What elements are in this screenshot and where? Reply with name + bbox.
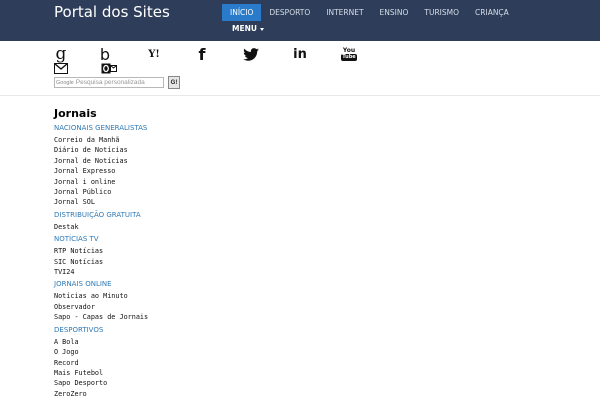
menu-label: MENU bbox=[232, 24, 257, 33]
category-list-noticias-tv: RTP Notícias SIC Notícias TVI24 bbox=[54, 246, 354, 277]
list-item[interactable]: Jornal de Notícias bbox=[54, 156, 354, 166]
google-custom-search: Google bbox=[54, 77, 164, 88]
list-item[interactable]: Jornal Público bbox=[54, 187, 354, 197]
gmail-icon[interactable] bbox=[54, 63, 68, 74]
list-item[interactable]: Destak bbox=[54, 222, 354, 232]
nav-item-inicio[interactable]: INÍCIO bbox=[222, 4, 262, 21]
category-title-desportivos: DESPORTIVOS bbox=[54, 325, 104, 334]
list-item[interactable]: A Bola bbox=[54, 337, 354, 347]
list-item[interactable]: SIC Notícias bbox=[54, 257, 354, 267]
page-title: Jornais bbox=[54, 107, 97, 120]
site-brand[interactable]: Portal dos Sites bbox=[54, 3, 170, 21]
search-button[interactable]: G! bbox=[168, 76, 180, 89]
category-list-gratuita: Destak bbox=[54, 222, 354, 232]
facebook-icon[interactable]: f bbox=[197, 47, 207, 63]
list-item[interactable]: Sapo - Capas de Jornais bbox=[54, 312, 354, 322]
search-input[interactable] bbox=[75, 78, 160, 87]
caret-down-icon bbox=[259, 27, 264, 31]
nav-item-turismo[interactable]: TURISMO bbox=[416, 4, 467, 21]
list-item[interactable]: Jornal i online bbox=[54, 177, 354, 187]
category-list-jornais-online: Notícias ao Minuto Observador Sapo - Cap… bbox=[54, 291, 354, 322]
list-item[interactable]: Mais Futebol bbox=[54, 368, 354, 378]
category-list-nacionais: Correio da Manhã Diário de Notícias Jorn… bbox=[54, 135, 354, 208]
nav-item-internet[interactable]: INTERNET bbox=[318, 4, 371, 21]
list-item[interactable]: Jornal SOL bbox=[54, 197, 354, 207]
nav-item-desporto[interactable]: DESPORTO bbox=[261, 4, 318, 21]
list-item[interactable]: Observador bbox=[54, 302, 354, 312]
google-icon[interactable]: g bbox=[55, 46, 67, 63]
list-item[interactable]: O Jogo bbox=[54, 347, 354, 357]
main-content: Jornais NACIONAIS GENERALISTAS Correio d… bbox=[54, 107, 354, 399]
list-item[interactable]: Diário de Notícias bbox=[54, 145, 354, 155]
list-item[interactable]: Notícias ao Minuto bbox=[54, 291, 354, 301]
list-item[interactable]: Correio da Manhã bbox=[54, 135, 354, 145]
list-item[interactable]: TVI24 bbox=[54, 267, 354, 277]
list-item[interactable]: ZeroZero bbox=[54, 389, 354, 399]
list-item[interactable]: Jornal Expresso bbox=[54, 166, 354, 176]
top-navbar: Portal dos Sites INÍCIO DESPORTO INTERNE… bbox=[0, 0, 600, 41]
youtube-icon[interactable]: You Tube bbox=[341, 46, 357, 62]
bing-icon[interactable]: b bbox=[98, 47, 112, 63]
nav-item-ensino[interactable]: ENSINO bbox=[372, 4, 417, 21]
yahoo-icon[interactable]: Y! bbox=[145, 49, 163, 60]
list-item[interactable]: Sapo Desporto bbox=[54, 378, 354, 388]
list-item[interactable]: RTP Notícias bbox=[54, 246, 354, 256]
header-divider bbox=[0, 95, 600, 96]
category-title-nacionais: NACIONAIS GENERALISTAS bbox=[54, 124, 148, 132]
twitter-icon[interactable] bbox=[243, 48, 259, 61]
list-item[interactable]: Record bbox=[54, 358, 354, 368]
category-title-jornais-online: JORNAIS ONLINE bbox=[54, 280, 112, 289]
google-search-logo: Google bbox=[56, 79, 74, 86]
category-title-gratuita: DISTRIBUIÇÃO GRATUITA bbox=[54, 210, 141, 219]
menu-dropdown-button[interactable]: MENU bbox=[232, 23, 264, 35]
category-list-desportivos: A Bola O Jogo Record Mais Futebol Sapo D… bbox=[54, 337, 354, 399]
outlook-icon[interactable] bbox=[101, 63, 117, 74]
category-title-noticias-tv: NOTÍCIAS TV bbox=[54, 235, 99, 244]
main-nav: INÍCIO DESPORTO INTERNET ENSINO TURISMO … bbox=[222, 4, 517, 21]
linkedin-icon[interactable]: in bbox=[292, 48, 308, 61]
nav-item-crianca[interactable]: CRIANÇA bbox=[467, 4, 517, 21]
